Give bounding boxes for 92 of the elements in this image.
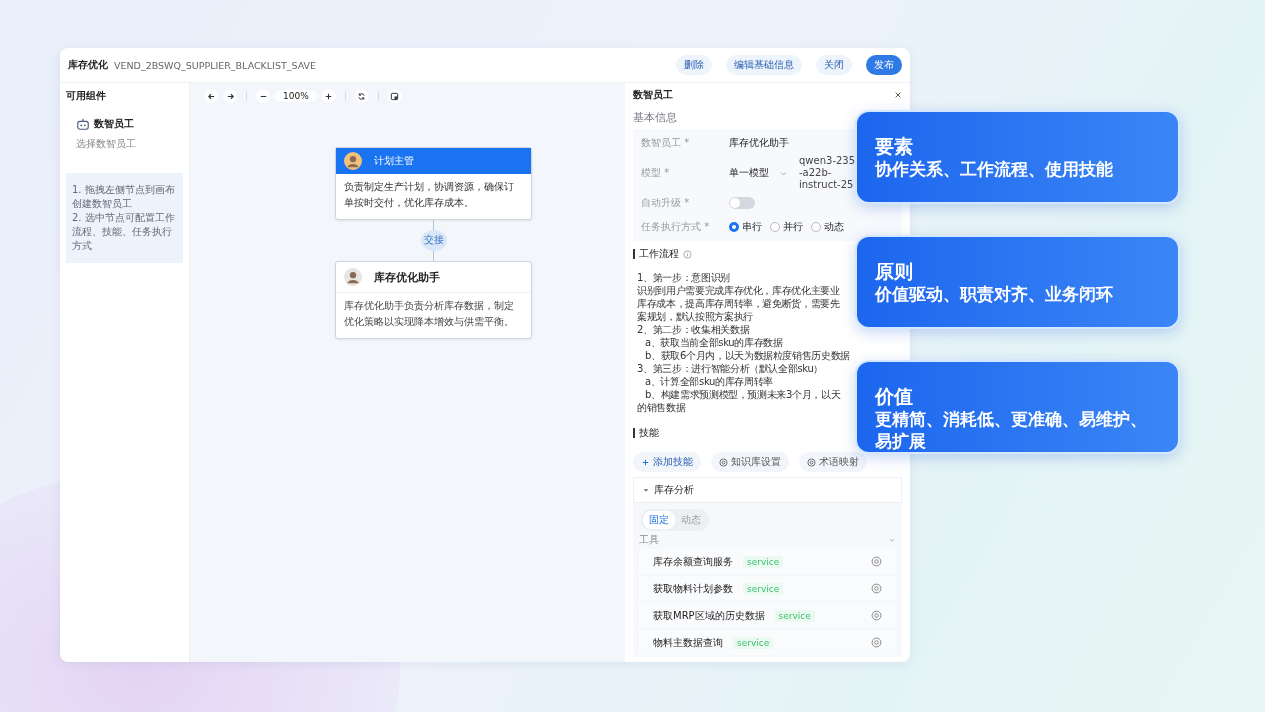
flow-code: VEND_2BSWQ_SUPPLIER_BLACKLIST_SAVE	[114, 59, 317, 71]
zoom-level[interactable]: 100%	[275, 90, 317, 102]
settings-icon[interactable]	[871, 610, 882, 621]
undo-icon[interactable]	[204, 89, 218, 103]
callout-text: 价值驱动、职责对齐、业务闭环	[875, 283, 1114, 305]
settings-icon[interactable]	[871, 556, 882, 567]
section-title: 技能	[639, 426, 659, 440]
tool-tag: service	[743, 555, 784, 568]
node-title: 计划主管	[374, 154, 414, 168]
fit-view-icon[interactable]	[387, 89, 402, 103]
tool-row[interactable]: 获取MRP区域的历史数据 service	[639, 603, 896, 628]
avatar-icon	[344, 152, 362, 170]
edge-label[interactable]: 交接	[420, 230, 447, 251]
component-card[interactable]: 数智员工 选择数智员工	[66, 111, 183, 157]
mode-tab[interactable]: 固定	[643, 511, 675, 529]
tool-tag: service	[774, 609, 815, 622]
robot-icon	[76, 117, 90, 131]
workflow-line: a、计算全部sku的库存周转率	[644, 375, 773, 388]
callout-title: 要素	[875, 134, 914, 158]
refresh-icon[interactable]	[354, 89, 369, 103]
skill-action-button[interactable]: 知识库设置	[711, 452, 789, 472]
field-label: 模型 *	[641, 166, 671, 180]
section-title: 工作流程	[639, 247, 679, 261]
workflow-line: b、获取6个月内，以天为数据粒度销售历史数据	[644, 349, 850, 362]
radio-option[interactable]: 动态	[811, 220, 844, 234]
node-description: 负责制定生产计划，协调资源，确保订单按时交付，优化库存成本。	[343, 180, 515, 210]
workflow-line: a、获取当前全部sku的库存数据	[644, 336, 783, 349]
radio-option[interactable]: 并行	[770, 220, 803, 234]
caret-icon[interactable]	[642, 486, 650, 494]
workflow-line: 库存成本，提高库存周转率，避免断货，需要先	[637, 297, 840, 310]
callout-text: 协作关系、工作流程、使用技能	[875, 158, 1114, 180]
target-icon	[807, 457, 816, 467]
workflow-line: 3、第三步：进行智能分析（默认全部sku）	[637, 362, 824, 375]
skill-group-name: 库存分析	[654, 483, 694, 497]
publish-button[interactable]: 发布	[866, 55, 902, 75]
node-title: 库存优化助手	[374, 269, 440, 285]
tip-text: 2. 选中节点可配置工作流程、技能、任务执行方式	[72, 211, 176, 253]
node-description: 库存优化助手负责分析库存数据，制定优化策略以实现降本增效与供需平衡。	[343, 299, 515, 329]
model-select[interactable]: 单一模型	[729, 166, 799, 180]
tool-tag: service	[743, 582, 784, 595]
close-icon[interactable]	[894, 91, 902, 99]
radio-option[interactable]: 串行	[729, 220, 762, 234]
redo-icon[interactable]	[223, 89, 237, 103]
tip-text: 1. 拖拽左侧节点到画布创建数智员工	[72, 183, 176, 211]
skill-action-button[interactable]: 术语映射	[799, 452, 867, 472]
callout-text: 更精简、消耗低、更准确、易维护、易扩展	[875, 408, 1148, 452]
tool-name: 物料主数据查询	[653, 635, 723, 650]
header-button[interactable]: 删除	[676, 55, 712, 75]
field-label: 数智员工 *	[641, 136, 691, 150]
tool-row[interactable]: 物料主数据查询 service	[639, 630, 896, 655]
component-description: 选择数智员工	[76, 137, 137, 151]
zoom-out-icon[interactable]	[256, 89, 270, 103]
panel-title: 可用组件	[66, 89, 107, 103]
workflow-line: 识别到用户需要完成库存优化，库存优化主要业	[637, 284, 840, 297]
header-button[interactable]: 编辑基础信息	[726, 55, 802, 75]
tool-name: 获取物料计划参数	[653, 581, 733, 596]
workflow-line: 1、第一步：意图识别	[637, 271, 730, 284]
info-icon	[683, 249, 692, 259]
workflow-line: 案规划，默认按照方案执行	[637, 310, 753, 323]
page-title: 库存优化	[68, 58, 108, 72]
tool-row[interactable]: 库存余额查询服务 service	[639, 549, 896, 574]
model-name: qwen3-235	[799, 155, 856, 167]
panel-title: 数智员工	[633, 88, 674, 102]
component-name: 数智员工	[94, 117, 134, 131]
settings-icon[interactable]	[871, 637, 882, 648]
target-icon	[719, 457, 728, 467]
workflow-line: 2、第二步：收集相关数据	[637, 323, 750, 336]
plus-icon	[641, 457, 650, 467]
agent-node[interactable]: 库存优化助手 库存优化助手负责分析库存数据，制定优化策略以实现降本增效与供需平衡。	[335, 261, 532, 339]
callout-title: 原则	[875, 259, 914, 283]
header-button[interactable]: 关闭	[816, 55, 852, 75]
agent-node[interactable]: 计划主管 负责制定生产计划，协调资源，确保订单按时交付，优化库存成本。	[335, 147, 532, 220]
tool-tag: service	[733, 636, 774, 649]
toggle-switch[interactable]	[729, 197, 755, 209]
section-title: 基本信息	[633, 111, 678, 125]
field-label: 自动升级 *	[641, 196, 691, 210]
model-name: instruct-25	[799, 179, 855, 191]
tool-row[interactable]: 获取物料计划参数 service	[639, 576, 896, 601]
field-label: 任务执行方式 *	[641, 220, 711, 234]
workflow-text-area[interactable]: 1、第一步：意图识别 识别到用户需要完成库存优化，库存优化主要业 库存成本，提高库存周转率，避免断货，需要先 案规划，默认按照方案执行 2、第二步：收集相关数据 a、获取当前全部sku的库存数据 b、获取6个月内，以天为数据粒度销售历史数据 3、第三步：进行智能分析（默认全部sku） a、计算全部sku的库存周转率 b、构建需求预测模型，预测未来3个月，以天 的销售数据	[633, 267, 853, 420]
avatar-icon	[344, 268, 362, 286]
workflow-line: b、构建需求预测模型，预测未来3个月，以天	[644, 388, 841, 401]
model-name: -a22b-	[799, 167, 833, 179]
workflow-line: 的销售数据	[637, 401, 686, 414]
field-value: 库存优化助手	[729, 136, 789, 150]
zoom-in-icon[interactable]	[321, 89, 336, 103]
callout-title: 价值	[875, 384, 914, 408]
tools-label: 工具	[639, 533, 659, 547]
tool-name: 库存余额查询服务	[653, 554, 733, 569]
tool-name: 获取MRP区域的历史数据	[653, 608, 765, 623]
settings-icon[interactable]	[871, 583, 882, 594]
skill-action-button[interactable]: 添加技能	[633, 452, 701, 472]
